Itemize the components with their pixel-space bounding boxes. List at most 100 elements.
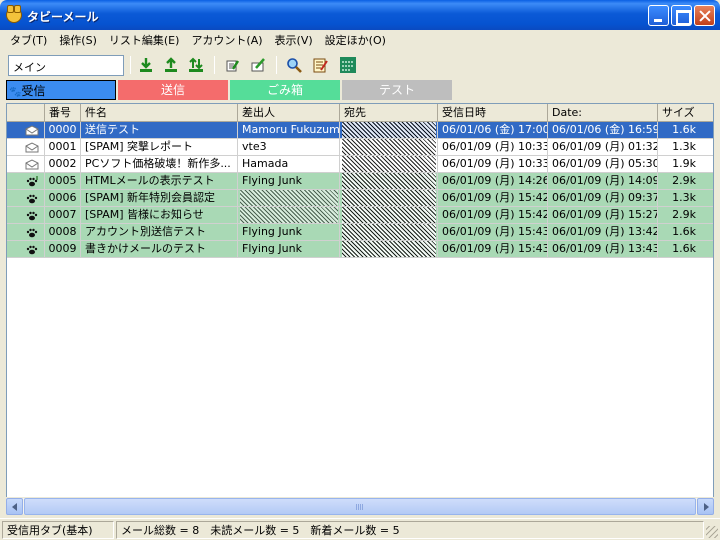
menu-operation[interactable]: 操作(S): [53, 32, 103, 48]
resize-grip[interactable]: [706, 526, 718, 538]
envelope-open-icon: [25, 159, 39, 170]
row-to: [340, 122, 438, 139]
row-to: [340, 139, 438, 156]
toolbar-separator: [130, 56, 131, 74]
redacted-address: [342, 241, 436, 257]
mail-row[interactable]: 0009 書きかけメールのテスト Flying Junk 06/01/09 (月) 1…: [7, 241, 713, 258]
row-to: [340, 173, 438, 190]
mail-row[interactable]: 0000 送信テスト Mamoru Fukuzumi 06/01/06 (金) 17:…: [7, 122, 713, 139]
row-to: [340, 241, 438, 258]
row-from: vte3: [238, 139, 340, 156]
row-received: 06/01/09 (月) 10:33: [438, 156, 548, 173]
compose-icon[interactable]: [222, 55, 242, 75]
app-cat-icon: [6, 5, 22, 23]
row-number: 0009: [45, 241, 81, 258]
mail-row[interactable]: 0005 HTMLメールの表示テスト Flying Junk 06/01/09 (月)…: [7, 173, 713, 190]
minimize-button[interactable]: [648, 5, 669, 26]
menu-bar: タブ(T) 操作(S) リスト編集(E) アカウント(A) 表示(V) 設定ほか…: [0, 30, 720, 50]
send-receive-icon[interactable]: [186, 55, 206, 75]
redacted-address: [342, 156, 436, 172]
row-subject: [SPAM] 突撃レポート: [81, 139, 238, 156]
tab-sent[interactable]: 送信: [118, 80, 228, 100]
notepad-icon[interactable]: [310, 55, 330, 75]
row-icon: [7, 173, 45, 190]
menu-view[interactable]: 表示(V): [269, 32, 319, 48]
row-from: Hamada: [238, 156, 340, 173]
scroll-right-button[interactable]: [697, 498, 714, 515]
col-subject[interactable]: 件名: [81, 104, 238, 122]
paw-icon: 🐾: [9, 87, 22, 98]
envelope-open-icon: [25, 125, 39, 136]
row-icon: [7, 139, 45, 156]
col-icon[interactable]: [7, 104, 45, 122]
tab-trash[interactable]: ごみ箱: [230, 80, 340, 100]
shortcut-icon[interactable]: [338, 55, 358, 75]
row-date: 06/01/09 (月) 15:27: [548, 207, 658, 224]
redacted-address: [342, 139, 436, 155]
menu-settings[interactable]: 設定ほか(O): [319, 32, 392, 48]
folder-tabs: 🐾受信 送信 ごみ箱 テスト: [6, 80, 720, 102]
mail-row[interactable]: 0001 [SPAM] 突撃レポート vte3 06/01/09 (月) 10:33 0…: [7, 139, 713, 156]
row-subject: [SPAM] 新年特別会員認定: [81, 190, 238, 207]
tab-inbox-label: 受信: [21, 84, 46, 98]
title-bar[interactable]: タビーメール: [0, 0, 720, 30]
tab-test[interactable]: テスト: [342, 80, 452, 100]
row-icon: [7, 156, 45, 173]
row-number: 0001: [45, 139, 81, 156]
row-size: 1.6k: [658, 224, 713, 241]
row-number: 0002: [45, 156, 81, 173]
col-date[interactable]: Date:: [548, 104, 658, 122]
row-received: 06/01/09 (月) 15:42: [438, 207, 548, 224]
row-to: [340, 190, 438, 207]
row-received: 06/01/09 (月) 15:43: [438, 241, 548, 258]
scroll-thumb[interactable]: [24, 498, 696, 515]
redacted-address: [342, 224, 436, 240]
col-to[interactable]: 宛先: [340, 104, 438, 122]
toolbar-separator: [276, 56, 277, 74]
mail-row[interactable]: 0008 アカウント別送信テスト Flying Junk 06/01/09 (月) 1…: [7, 224, 713, 241]
row-from: Flying Junk: [238, 241, 340, 258]
row-size: 1.6k: [658, 122, 713, 139]
receive-icon[interactable]: [136, 55, 156, 75]
row-size: 1.3k: [658, 139, 713, 156]
row-subject: アカウント別送信テスト: [81, 224, 238, 241]
paw-attachment-icon: [25, 176, 39, 187]
row-received: 06/01/09 (月) 15:42: [438, 190, 548, 207]
menu-list-edit[interactable]: リスト編集(E): [103, 32, 186, 48]
horizontal-scrollbar[interactable]: [6, 497, 714, 515]
col-received[interactable]: 受信日時: [438, 104, 548, 122]
menu-account[interactable]: アカウント(A): [185, 32, 268, 48]
scroll-left-button[interactable]: [6, 498, 23, 515]
row-number: 0007: [45, 207, 81, 224]
row-subject: PCソフト価格破壊！新作多...: [81, 156, 238, 173]
row-size: 1.9k: [658, 156, 713, 173]
row-from: Flying Junk: [238, 224, 340, 241]
row-subject: HTMLメールの表示テスト: [81, 173, 238, 190]
col-number[interactable]: 番号: [45, 104, 81, 122]
row-date: 06/01/09 (月) 09:37: [548, 190, 658, 207]
edit-icon[interactable]: [248, 55, 268, 75]
redacted-address: [240, 190, 338, 206]
row-from: Mamoru Fukuzumi: [238, 122, 340, 139]
send-icon[interactable]: [161, 55, 181, 75]
row-to: [340, 207, 438, 224]
status-bar: 受信用タブ(基本) メール総数 = 8 未読メール数 = 5 新着メール数 = …: [0, 518, 720, 540]
menu-tab[interactable]: タブ(T): [4, 32, 53, 48]
col-size[interactable]: サイズ: [658, 104, 713, 122]
paw-icon: [25, 210, 39, 221]
paw-icon: [25, 227, 39, 238]
mail-row[interactable]: 0006 [SPAM] 新年特別会員認定 06/01/09 (月) 15:42 06/…: [7, 190, 713, 207]
tab-inbox[interactable]: 🐾受信: [6, 80, 116, 100]
col-from[interactable]: 差出人: [238, 104, 340, 122]
mailbox-selector[interactable]: メイン: [8, 55, 124, 76]
mail-list[interactable]: 番号 件名 差出人 宛先 受信日時 Date: サイズ 0000 送信テスト Mam…: [6, 103, 714, 513]
search-icon[interactable]: [284, 55, 304, 75]
mail-row[interactable]: 0002 PCソフト価格破壊！新作多... Hamada 06/01/09 (月) 1…: [7, 156, 713, 173]
close-button[interactable]: [694, 5, 715, 26]
row-received: 06/01/06 (金) 17:00: [438, 122, 548, 139]
redacted-address: [342, 207, 436, 223]
toolbar-separator: [214, 56, 215, 74]
mail-row[interactable]: 0007 [SPAM] 皆様にお知らせ 06/01/09 (月) 15:42 06/0…: [7, 207, 713, 224]
maximize-button[interactable]: [671, 5, 692, 26]
row-size: 1.3k: [658, 190, 713, 207]
